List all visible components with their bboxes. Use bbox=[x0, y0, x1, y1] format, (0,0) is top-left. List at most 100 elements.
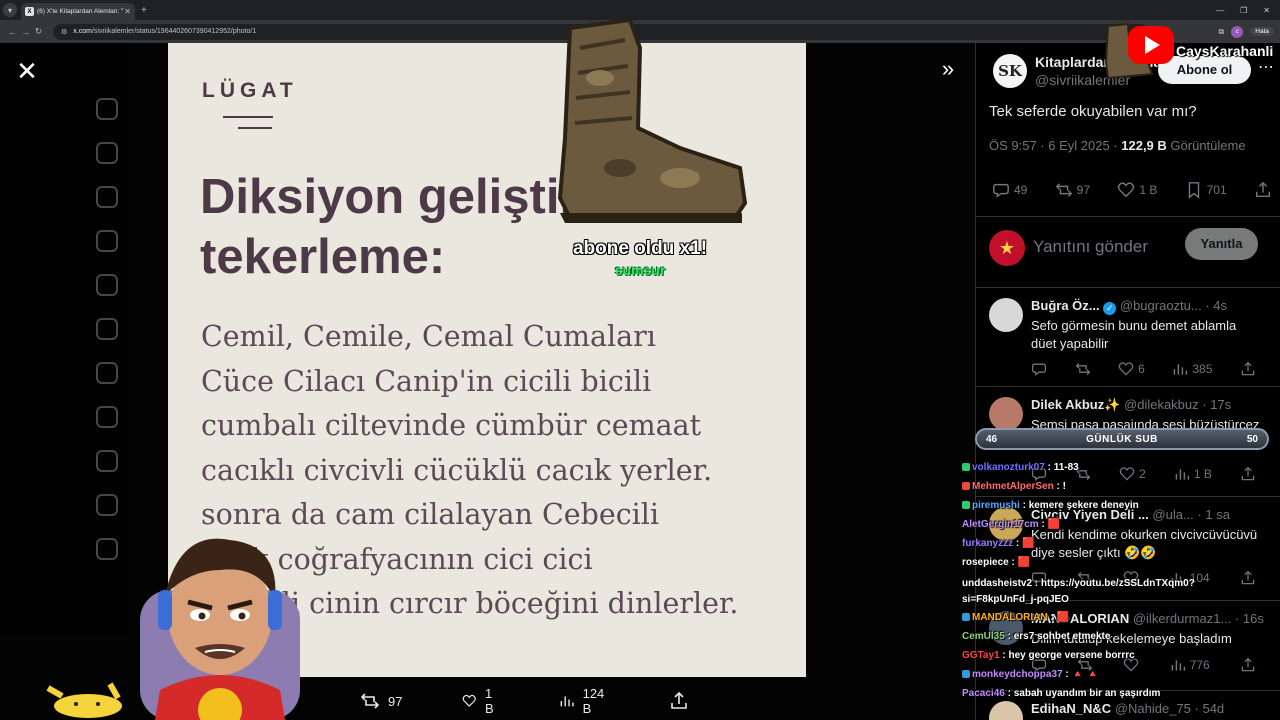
bookmark-button[interactable]: 701 bbox=[1185, 181, 1227, 199]
reply-retweet-button[interactable] bbox=[1075, 361, 1091, 377]
reply-avatar[interactable] bbox=[989, 397, 1023, 431]
window-controls: — ❐ ✕ bbox=[1216, 6, 1270, 15]
chat-message: unddasheistv2 : https://youtu.be/zSSLdnT… bbox=[962, 578, 1195, 605]
reply-time[interactable]: · 16s bbox=[1235, 611, 1264, 626]
x-favicon-icon: X bbox=[25, 7, 34, 16]
close-viewer-button[interactable]: ✕ bbox=[14, 58, 40, 84]
share-icon bbox=[671, 691, 687, 709]
reply-avatar[interactable] bbox=[989, 701, 1023, 720]
reply-time[interactable]: · 54d bbox=[1195, 701, 1225, 716]
restore-icon[interactable]: ❐ bbox=[1240, 6, 1247, 15]
reply-button[interactable]: 49 bbox=[992, 181, 1027, 199]
reply-handle[interactable]: @ula... bbox=[1152, 507, 1193, 522]
reply-item[interactable]: Buğra Öz... ✓ @bugraoztu... · 4s Sefo gö… bbox=[976, 288, 1280, 387]
new-tab-icon[interactable]: + bbox=[141, 5, 147, 16]
profile-avatar[interactable]: c bbox=[1231, 25, 1244, 38]
back-icon[interactable]: ← bbox=[6, 27, 19, 37]
chat-user: unddasheistv2 bbox=[962, 578, 1033, 589]
window-close-icon[interactable]: ✕ bbox=[1263, 6, 1270, 15]
screen: ▾ X (6) X'te Kitaplardan Alemlan: "Te ✕ … bbox=[0, 0, 1280, 720]
bg-nav-item bbox=[96, 538, 118, 560]
reload-icon[interactable]: ↻ bbox=[32, 26, 45, 37]
photo-share-button[interactable] bbox=[669, 691, 689, 711]
reply-name[interactable]: EdihaN_N&C bbox=[1031, 701, 1111, 716]
reply-views[interactable]: 385 bbox=[1172, 361, 1212, 377]
reply-views[interactable]: 776 bbox=[1170, 657, 1210, 673]
chat-message: MehmetAlperSen : ! bbox=[962, 481, 1066, 492]
chat-text: 🟥 bbox=[1017, 557, 1031, 568]
reply-comment-button[interactable] bbox=[1031, 361, 1047, 377]
like-button[interactable]: 1 B bbox=[1117, 181, 1157, 199]
tweet-time[interactable]: ÖS 9:57 · 6 Eyl 2025 · bbox=[989, 138, 1118, 153]
reply-view-count: 1 B bbox=[1193, 467, 1212, 481]
bg-nav-item bbox=[96, 274, 118, 296]
browser-tab-strip: ▾ X (6) X'te Kitaplardan Alemlan: "Te ✕ … bbox=[0, 0, 1280, 20]
like-count: 1 B bbox=[1139, 183, 1158, 197]
sub-bar-left: 46 bbox=[986, 433, 998, 445]
tweet-text: Tek seferde okuyabilen var mı? bbox=[989, 103, 1197, 120]
reply-time[interactable]: · 17s bbox=[1202, 397, 1231, 412]
reply-share-button[interactable] bbox=[1240, 466, 1256, 482]
bg-nav-item bbox=[96, 230, 118, 252]
views-icon bbox=[1175, 469, 1189, 480]
extensions-icon[interactable]: ⧉ bbox=[1219, 27, 1225, 37]
reply-handle[interactable]: @Nahide_75 bbox=[1115, 701, 1191, 716]
more-options-icon[interactable]: ⋯ bbox=[1258, 57, 1274, 77]
chat-message: MANDALORIAN : 🟥 bbox=[962, 612, 1069, 623]
retweet-icon bbox=[1075, 362, 1090, 376]
reply-share-button[interactable] bbox=[1240, 361, 1256, 377]
reply-time[interactable]: · 4s bbox=[1205, 298, 1227, 313]
forward-icon[interactable]: → bbox=[19, 27, 32, 37]
browser-tab[interactable]: X (6) X'te Kitaplardan Alemlan: "Te ✕ bbox=[21, 3, 135, 20]
chat-badge-icon bbox=[962, 463, 970, 471]
comment-icon bbox=[1031, 363, 1047, 376]
sub-bar-label: GÜNLÜK SUB bbox=[1086, 433, 1158, 445]
share-icon bbox=[1241, 361, 1255, 376]
verified-badge-icon: ✓ bbox=[1103, 302, 1117, 315]
error-badge[interactable]: Hata bbox=[1250, 27, 1274, 36]
chat-message: volkanozturk07 : 11-83 bbox=[962, 462, 1079, 473]
share-button[interactable] bbox=[1254, 181, 1272, 199]
chat-text: 🔺 🔺 bbox=[1071, 669, 1100, 680]
author-avatar[interactable]: SK bbox=[993, 54, 1027, 88]
bookmark-icon bbox=[1188, 182, 1199, 199]
reply-submit-button[interactable]: Yanıtla bbox=[1185, 228, 1258, 260]
tab-close-icon[interactable]: ✕ bbox=[124, 7, 131, 16]
bg-nav-item bbox=[96, 142, 118, 164]
reply-handle[interactable]: @dilekakbuz bbox=[1124, 397, 1199, 412]
reply-like-button[interactable]: 6 bbox=[1118, 361, 1145, 377]
reply-like-button[interactable]: 2 bbox=[1119, 466, 1146, 482]
reply-input[interactable]: Yanıtını gönder bbox=[1033, 237, 1148, 257]
photo-retweet-button[interactable]: 97 bbox=[360, 691, 402, 711]
chat-message: monkeydchoppa37 : 🔺 🔺 bbox=[962, 669, 1099, 680]
comment-icon bbox=[993, 183, 1009, 198]
tab-search-icon[interactable]: ▾ bbox=[3, 3, 17, 17]
photo-views-button[interactable]: 124 B bbox=[559, 686, 609, 716]
alert-user: sumsur bbox=[614, 262, 666, 278]
reply-name[interactable]: Dilek Akbuz✨ bbox=[1031, 397, 1120, 412]
reply-views[interactable]: 1 B bbox=[1174, 466, 1212, 482]
chat-user: MehmetAlperSen bbox=[972, 481, 1054, 492]
reply-handle[interactable]: @bugraoztu... bbox=[1120, 298, 1202, 313]
photo-like-button[interactable]: 1 B bbox=[462, 686, 499, 716]
poem-line: Cemil, Cemile, Cemal Cumaları bbox=[201, 320, 656, 353]
my-avatar[interactable]: ★ bbox=[989, 230, 1025, 266]
brand-underline bbox=[223, 116, 273, 118]
reply-share-button[interactable] bbox=[1240, 657, 1256, 673]
reply-time[interactable]: · 1 sa bbox=[1197, 507, 1230, 522]
retweet-button[interactable]: 97 bbox=[1055, 181, 1090, 199]
site-info-icon[interactable]: ⚙ bbox=[61, 28, 67, 36]
chat-text: 11-83 bbox=[1053, 462, 1079, 473]
chat-text: sabah uyandım bir an şaşırdım bbox=[1013, 688, 1161, 699]
tab-title: (6) X'te Kitaplardan Alemlan: "Te bbox=[37, 8, 125, 15]
reply-handle[interactable]: @ilkerdurmaz1... bbox=[1133, 611, 1231, 626]
reply-avatar[interactable] bbox=[989, 298, 1023, 332]
reply-name[interactable]: Buğra Öz... bbox=[1031, 298, 1100, 313]
chat-text: 🟥 bbox=[1022, 538, 1035, 549]
expand-panel-button[interactable]: » bbox=[936, 58, 960, 82]
reply-text: Sefo görmesin bunu demet ablamla düet ya… bbox=[1031, 318, 1237, 351]
minimize-icon[interactable]: — bbox=[1216, 6, 1224, 15]
chat-text: ers7 sohbet etmekte bbox=[1013, 631, 1111, 642]
chat-user: volkanozturk07 bbox=[972, 462, 1045, 473]
reply-actions: 6 385 bbox=[1031, 361, 1256, 377]
